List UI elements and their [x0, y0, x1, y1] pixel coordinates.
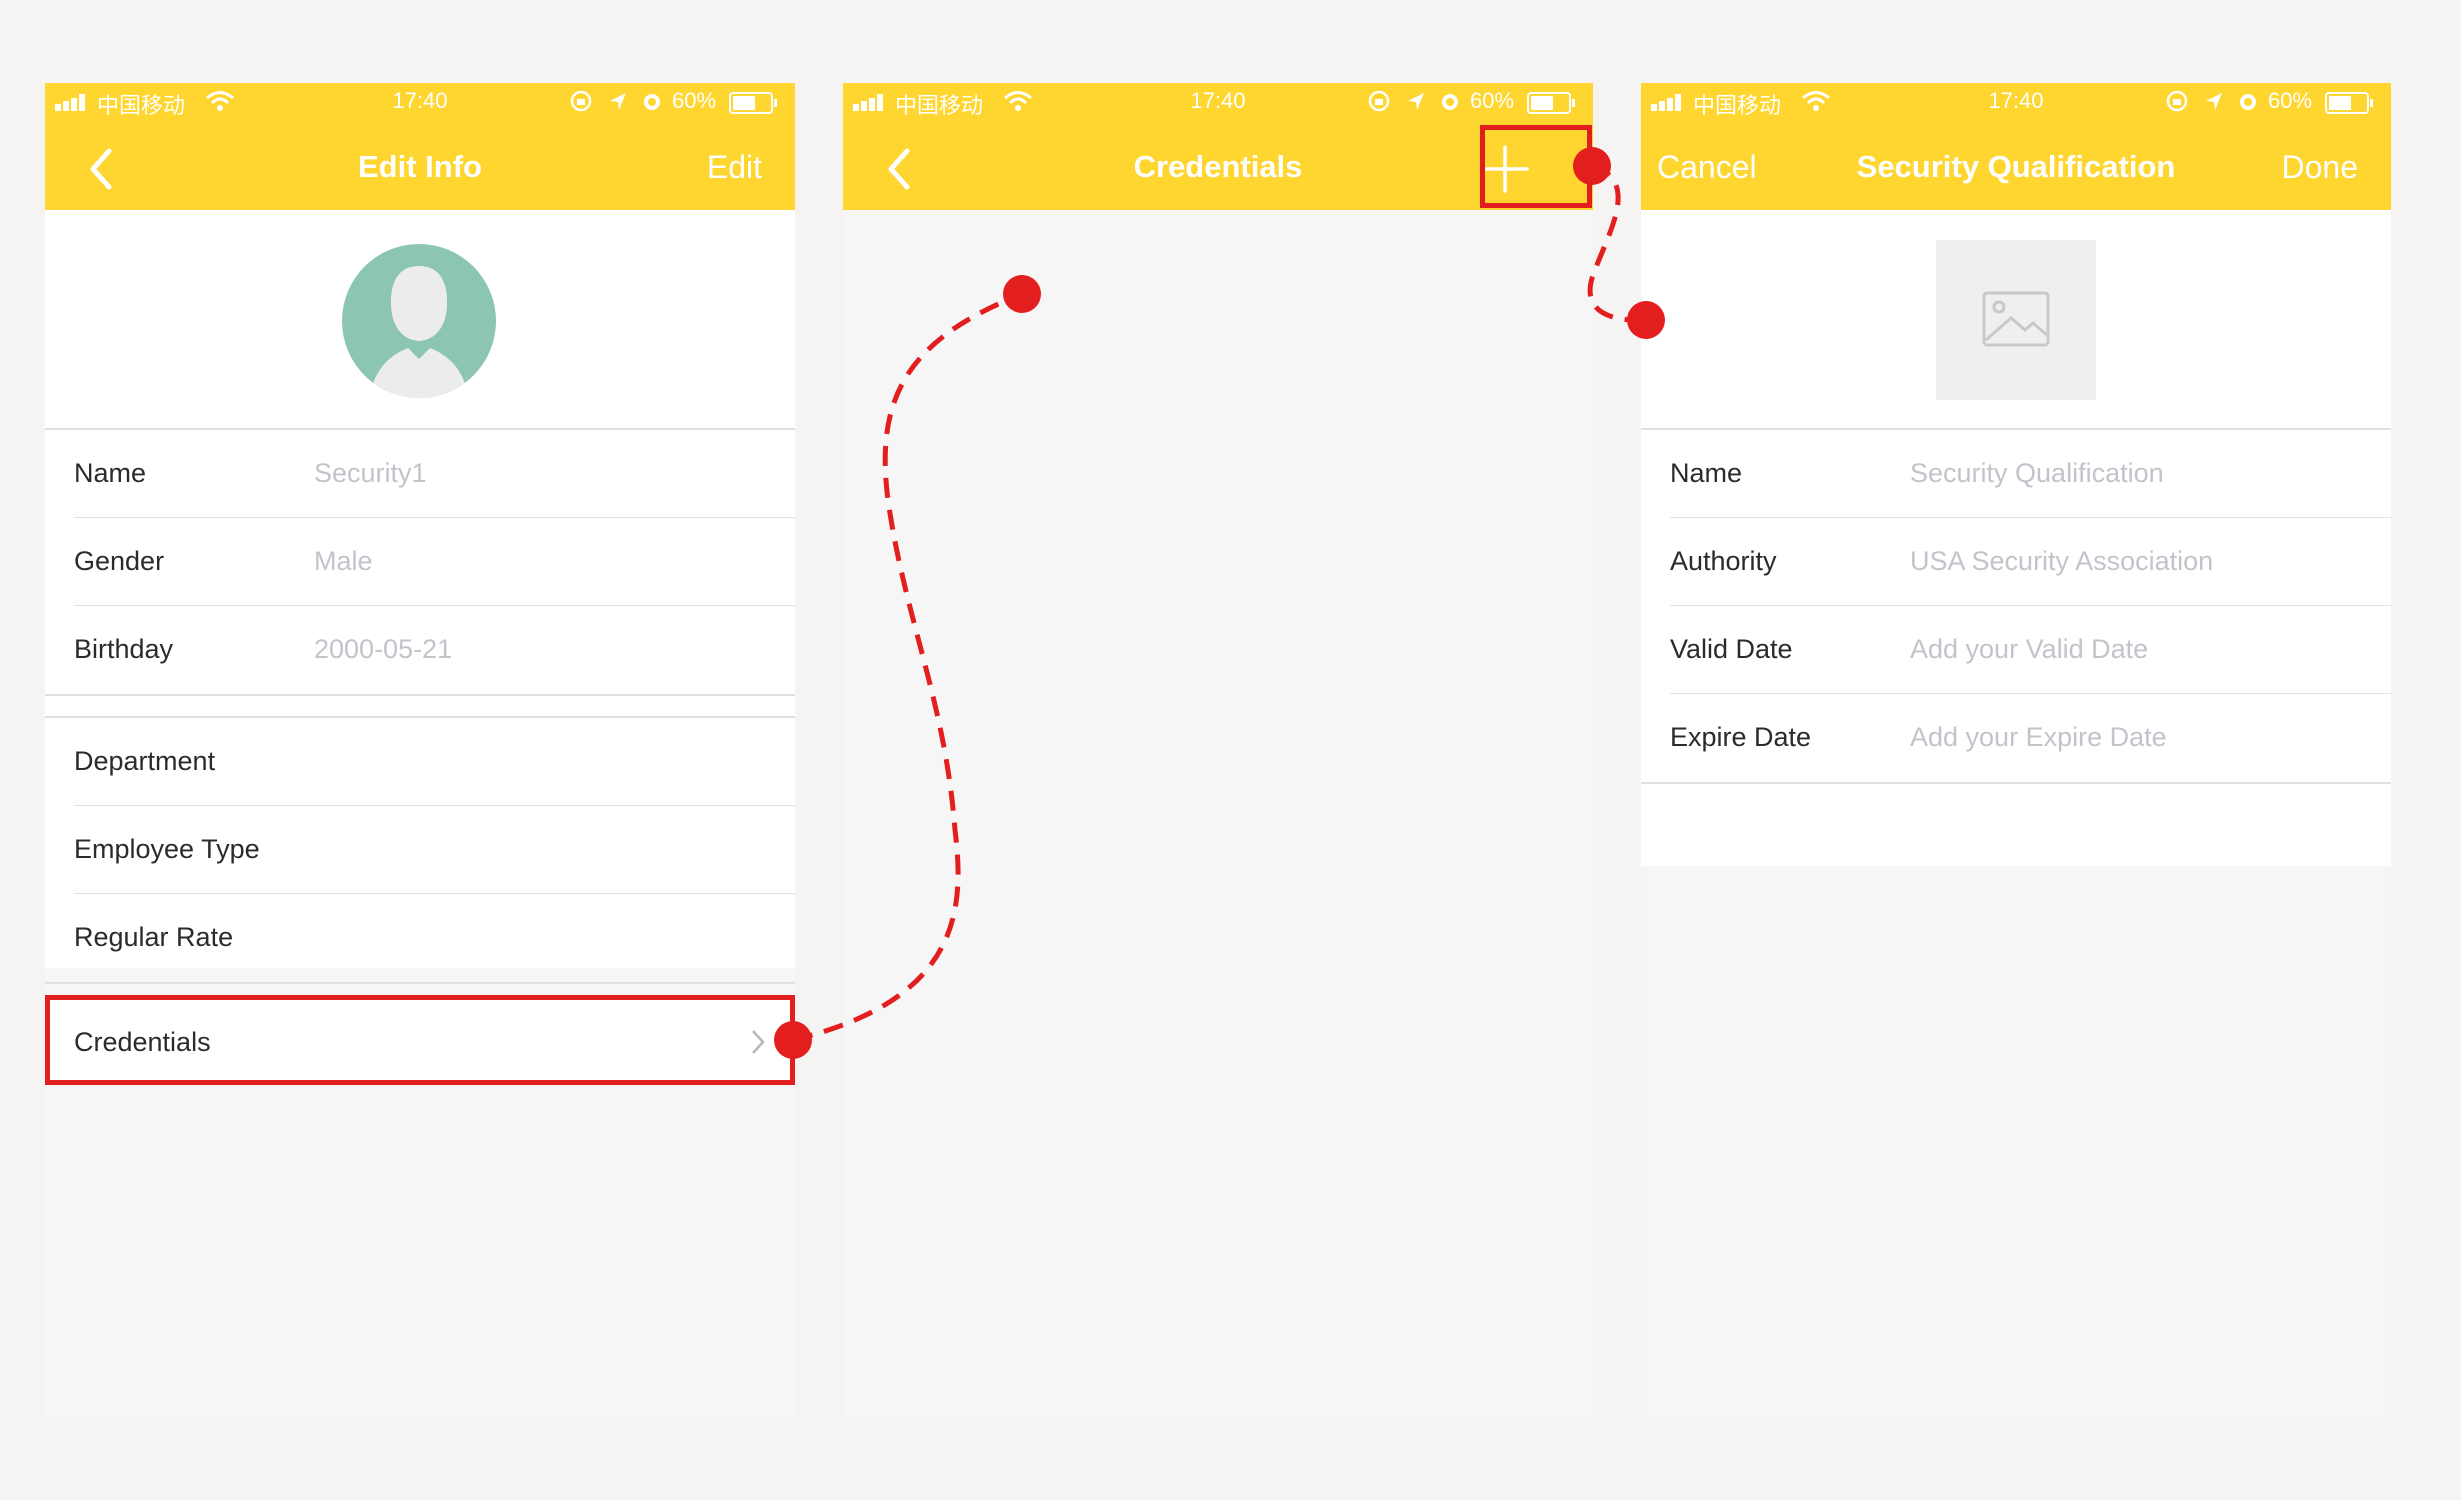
birthday-label: Birthday [74, 634, 174, 664]
edit-button[interactable]: Edit [707, 149, 762, 186]
top-bar: 中国移动 17:40 60% Edit Info Edit [45, 83, 795, 210]
expire-date-label: Expire Date [1670, 722, 1812, 752]
empty-list-area [843, 210, 1593, 1416]
employee-type-label: Employee Type [74, 834, 260, 864]
department-row[interactable]: Department [45, 718, 795, 806]
name-label: Name [74, 458, 147, 488]
edit-info-screen: 中国移动 17:40 60% Edit Info Edit Name Secur… [45, 83, 795, 1416]
profile-section: Name Security1 Gender Male Birthday 2000… [45, 210, 795, 767]
alarm-icon [644, 94, 660, 110]
status-bar: 中国移动 17:40 60% [1641, 83, 2391, 123]
status-icons [2166, 90, 2256, 112]
top-bar: 中国移动 17:40 60% Cancel Security Qualifica… [1641, 83, 2391, 210]
top-bar: 中国移动 17:40 60% Credentials [843, 83, 1593, 210]
name-value: Security1 [314, 458, 427, 488]
credentials-row[interactable]: Credentials [45, 995, 795, 1083]
image-placeholder-icon [1982, 291, 2050, 347]
status-bar: 中国移动 17:40 60% [45, 83, 795, 123]
battery-icon [1527, 92, 1575, 114]
security-qualification-screen: 中国移动 17:40 60% Cancel Security Qualifica… [1641, 83, 2391, 1416]
alarm-icon [2240, 94, 2256, 110]
qualification-form: Name Security Qualification Authority US… [1641, 210, 2391, 866]
battery-icon [2325, 92, 2373, 114]
qualification-name-row[interactable]: Name Security Qualification [1641, 430, 2391, 518]
work-section: Department Employee Type Regular Rate [45, 716, 795, 984]
section-divider [45, 982, 795, 984]
regular-rate-label: Regular Rate [74, 922, 234, 952]
expire-date-row[interactable]: Expire Date Add your Expire Date [1641, 694, 2391, 782]
authority-row[interactable]: Authority USA Security Association [1641, 518, 2391, 606]
employee-type-row[interactable]: Employee Type [45, 806, 795, 894]
lock-rotation-icon [1368, 90, 1390, 112]
birthday-value: 2000-05-21 [314, 634, 453, 664]
battery-icon [729, 92, 777, 114]
status-icons [1368, 90, 1458, 112]
name-row[interactable]: Name Security1 [45, 430, 795, 518]
credentials-label: Credentials [74, 1027, 211, 1057]
birthday-row[interactable]: Birthday 2000-05-21 [45, 606, 795, 694]
authority-label: Authority [1670, 546, 1777, 576]
qualification-name-field[interactable]: Security Qualification [1910, 458, 2164, 489]
gender-value: Male [314, 546, 373, 576]
valid-date-field[interactable]: Add your Valid Date [1910, 634, 2148, 665]
location-icon [2206, 93, 2222, 110]
lock-rotation-icon [2166, 90, 2188, 112]
nav-bar: Edit Info Edit [45, 123, 795, 210]
avatar-icon[interactable] [342, 244, 496, 398]
section-divider [45, 694, 795, 696]
alarm-icon [1442, 94, 1458, 110]
qualification-name-label: Name [1670, 458, 1743, 488]
battery-percent: 60% [1470, 88, 1515, 113]
valid-date-label: Valid Date [1670, 634, 1793, 664]
credentials-screen: 中国移动 17:40 60% Credentials [843, 83, 1593, 1416]
expire-date-field[interactable]: Add your Expire Date [1910, 722, 2167, 753]
gender-row[interactable]: Gender Male [45, 518, 795, 606]
photo-upload[interactable] [1936, 240, 2096, 400]
status-bar: 中国移动 17:40 60% [843, 83, 1593, 123]
lock-rotation-icon [570, 90, 592, 112]
chevron-right-icon [752, 1030, 765, 1054]
nav-bar: Credentials [843, 123, 1593, 210]
credentials-section: Credentials [45, 995, 795, 1083]
location-icon [1408, 93, 1424, 110]
done-button[interactable]: Done [2282, 149, 2359, 186]
valid-date-row[interactable]: Valid Date Add your Valid Date [1641, 606, 2391, 694]
battery-percent: 60% [2268, 88, 2313, 113]
add-credential-button[interactable] [1479, 143, 1531, 195]
gender-label: Gender [74, 546, 165, 576]
page-title: Edit Info [358, 149, 482, 184]
department-label: Department [74, 746, 216, 776]
flow-connector [1587, 163, 1647, 323]
nav-bar: Cancel Security Qualification Done [1641, 123, 2391, 210]
page-title: Security Qualification [1856, 149, 2176, 184]
regular-rate-row[interactable]: Regular Rate [45, 894, 795, 982]
location-icon [610, 93, 626, 110]
battery-percent: 60% [672, 88, 717, 113]
status-icons [570, 90, 660, 112]
authority-field[interactable]: USA Security Association [1910, 546, 2213, 577]
section-divider [1641, 782, 2391, 784]
